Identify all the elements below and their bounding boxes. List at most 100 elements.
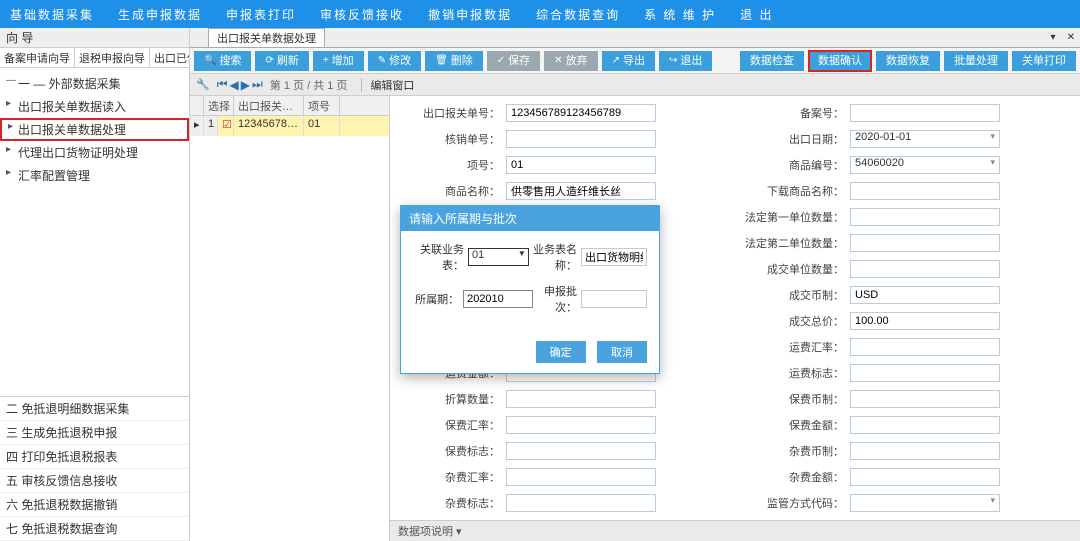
- delete-button[interactable]: 🗑删除: [425, 51, 483, 71]
- field-input[interactable]: [850, 442, 1000, 460]
- left-bottom-item[interactable]: 三 生成免抵退税申报: [0, 421, 189, 445]
- prev-page-icon[interactable]: ◀: [230, 78, 239, 92]
- print-declaration-button[interactable]: 关单打印: [1012, 51, 1076, 71]
- left-panel-title: 向 导: [0, 28, 189, 48]
- field-input[interactable]: [850, 468, 1000, 486]
- refresh-button[interactable]: ⟳刷新: [255, 51, 308, 71]
- period-input[interactable]: [463, 290, 533, 308]
- batch-input[interactable]: [581, 290, 647, 308]
- field-input[interactable]: [850, 338, 1000, 356]
- field-label: 成交币制：: [744, 287, 844, 303]
- menu-item[interactable]: 申报表打印: [226, 6, 296, 23]
- field-select[interactable]: [850, 494, 1000, 512]
- field-input[interactable]: [506, 442, 656, 460]
- data-restore-button[interactable]: 数据恢复: [876, 51, 940, 71]
- last-page-icon[interactable]: ⏭: [252, 77, 263, 92]
- form-footer[interactable]: 数据项说明 ▾: [390, 520, 1080, 541]
- field-label: 运费标志：: [744, 365, 844, 381]
- save-button[interactable]: ✓保存: [487, 51, 540, 71]
- row-check-icon[interactable]: ☑: [218, 116, 234, 136]
- field-label: 杂费金额：: [744, 469, 844, 485]
- field-input[interactable]: [850, 286, 1000, 304]
- grid-header-item[interactable]: 项号: [304, 96, 340, 115]
- menu-item[interactable]: 生成申报数据: [118, 6, 202, 23]
- field-input[interactable]: [850, 234, 1000, 252]
- form-row: 法定第一单位数量：: [744, 206, 1070, 228]
- field-label: 保费标志：: [400, 443, 500, 459]
- table-name-input[interactable]: [581, 248, 647, 266]
- form-row: 成交币制：: [744, 284, 1070, 306]
- top-menu-bar: 基础数据采集 生成申报数据 申报表打印 审核反馈接收 撤销申报数据 综合数据查询…: [0, 0, 1080, 28]
- form-row: 核销单号：: [400, 128, 726, 150]
- left-tab[interactable]: 退税申报向导: [75, 48, 150, 67]
- tree-item-export-declaration-process[interactable]: 出口报关单数据处理: [0, 118, 189, 141]
- left-bottom-item[interactable]: 四 打印免抵退税报表: [0, 445, 189, 469]
- tree-group[interactable]: 一 — 外部数据采集: [0, 72, 189, 95]
- menu-item[interactable]: 审核反馈接收: [320, 6, 404, 23]
- menu-item[interactable]: 综合数据查询: [536, 6, 620, 23]
- left-tab[interactable]: 出口已使用…: [150, 48, 189, 67]
- tree-item[interactable]: 代理出口货物证明处理: [0, 141, 189, 164]
- menu-item[interactable]: 系 统 维 护: [644, 6, 716, 23]
- pager-row: 🔧 ⏮ ◀ ▶ ⏭ 第 1 页 / 共 1 页 编辑窗口: [190, 74, 1080, 96]
- left-bottom-item[interactable]: 六 免抵退税数据撤销: [0, 493, 189, 517]
- field-input[interactable]: [850, 260, 1000, 278]
- tree-item[interactable]: 出口报关单数据读入: [0, 95, 189, 118]
- data-check-button[interactable]: 数据检查: [740, 51, 804, 71]
- period-label: 所属期：: [413, 291, 459, 307]
- nav-tree: 一 — 外部数据采集 出口报关单数据读入 出口报关单数据处理 代理出口货物证明处…: [0, 68, 189, 191]
- grid-header-blank: [190, 96, 204, 115]
- form-row: 出口日期：2020-01-01: [744, 128, 1070, 150]
- field-select[interactable]: 54060020: [850, 156, 1000, 174]
- field-input[interactable]: [506, 104, 656, 122]
- left-tab[interactable]: 备案申请向导: [0, 48, 75, 67]
- field-input[interactable]: [506, 130, 656, 148]
- grid-header-select[interactable]: 选择: [204, 96, 234, 115]
- export-button[interactable]: ↗导出: [602, 51, 655, 71]
- table-row[interactable]: ▸ 1 ☑ 12345678… 01: [190, 116, 389, 136]
- refresh-icon: ⟳: [265, 51, 273, 71]
- menu-item[interactable]: 撤销申报数据: [428, 6, 512, 23]
- cancel-button[interactable]: ✕放弃: [544, 51, 597, 71]
- edit-button[interactable]: ✎修改: [368, 51, 421, 71]
- field-input[interactable]: [506, 468, 656, 486]
- field-input[interactable]: [506, 416, 656, 434]
- field-input[interactable]: [506, 494, 656, 512]
- add-button[interactable]: +增加: [313, 51, 364, 71]
- field-input[interactable]: [506, 182, 656, 200]
- next-page-icon[interactable]: ▶: [241, 78, 250, 92]
- tab-minimize-icon[interactable]: ▾: [1044, 32, 1062, 43]
- row-number: 1: [204, 116, 218, 136]
- field-label: 出口报关单号：: [400, 105, 500, 121]
- cancel-button[interactable]: 取消: [597, 341, 647, 363]
- field-input[interactable]: [506, 390, 656, 408]
- left-bottom-item[interactable]: 五 审核反馈信息接收: [0, 469, 189, 493]
- field-input[interactable]: [850, 416, 1000, 434]
- section-label: 编辑窗口: [370, 77, 414, 93]
- menu-item[interactable]: 基础数据采集: [10, 6, 94, 23]
- data-confirm-button[interactable]: 数据确认: [808, 50, 872, 72]
- menu-item[interactable]: 退 出: [740, 6, 773, 23]
- left-bottom-item[interactable]: 二 免抵退明细数据采集: [0, 397, 189, 421]
- wrench-icon[interactable]: 🔧: [196, 78, 210, 91]
- form-row: 成交单位数量：: [744, 258, 1070, 280]
- field-select[interactable]: 2020-01-01: [850, 130, 1000, 148]
- field-input[interactable]: [850, 182, 1000, 200]
- first-page-icon[interactable]: ⏮: [217, 77, 228, 92]
- tab-close-icon[interactable]: ✕: [1062, 32, 1080, 43]
- field-input[interactable]: [850, 312, 1000, 330]
- field-input[interactable]: [850, 104, 1000, 122]
- field-input[interactable]: [850, 364, 1000, 382]
- left-bottom-item[interactable]: 七 免抵退税数据查询: [0, 517, 189, 541]
- main-tab[interactable]: 出口报关单数据处理: [208, 28, 325, 47]
- grid-header-declaration[interactable]: 出口报关…: [234, 96, 304, 115]
- field-input[interactable]: [850, 390, 1000, 408]
- exit-button[interactable]: ↪退出: [659, 51, 712, 71]
- field-input[interactable]: [506, 156, 656, 174]
- batch-process-button[interactable]: 批量处理: [944, 51, 1008, 71]
- related-table-select[interactable]: 01: [468, 248, 529, 266]
- field-input[interactable]: [850, 208, 1000, 226]
- ok-button[interactable]: 确定: [536, 341, 586, 363]
- tree-item[interactable]: 汇率配置管理: [0, 164, 189, 187]
- search-button[interactable]: 🔍搜索: [194, 51, 251, 71]
